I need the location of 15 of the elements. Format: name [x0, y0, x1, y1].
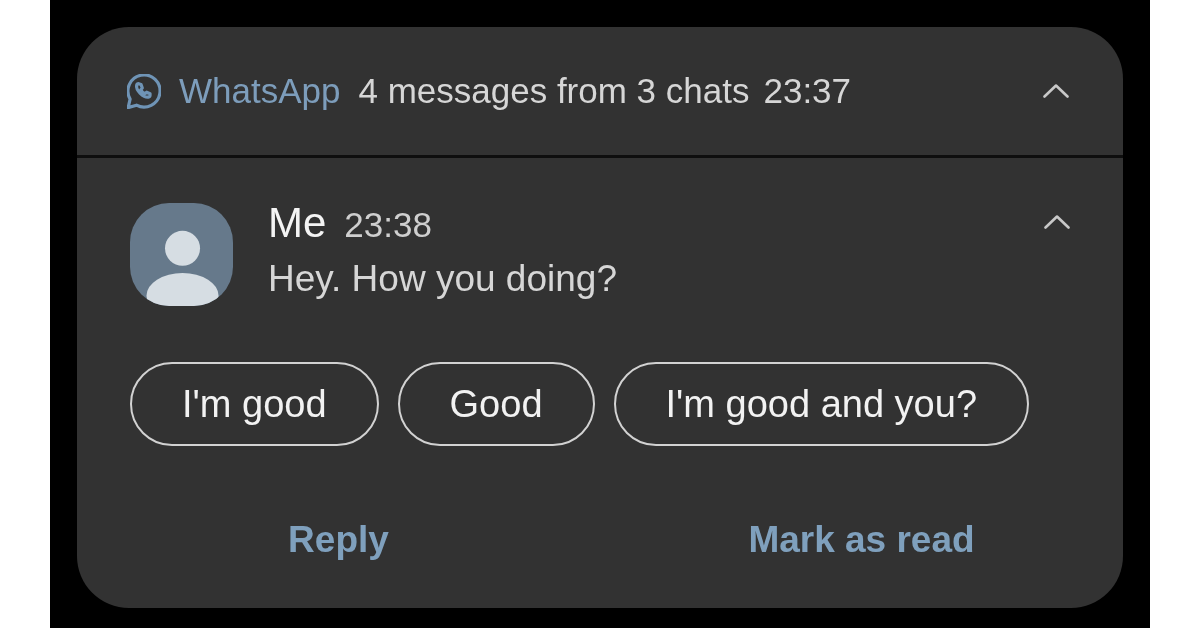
quick-reply-chip[interactable]: I'm good: [130, 362, 379, 446]
sender-name: Me: [268, 203, 327, 243]
quick-reply-chip[interactable]: Good: [397, 362, 595, 446]
chevron-icon[interactable]: [1044, 215, 1070, 229]
message-text: Hey. How you doing?: [268, 259, 618, 299]
chat-bubble-phone-icon: [127, 73, 161, 109]
person-avatar-icon: [130, 203, 233, 306]
chevron-icon[interactable]: [1043, 84, 1069, 98]
notification-summary: 4 messages from 3 chats: [358, 69, 750, 112]
action-link[interactable]: Mark as read: [748, 518, 975, 562]
message-time: 23:38: [344, 205, 432, 245]
action-link[interactable]: Reply: [288, 518, 389, 562]
app-name: WhatsApp: [179, 69, 341, 112]
notification-time: 23:37: [763, 69, 852, 112]
quick-reply-chip[interactable]: I'm good and you?: [613, 362, 1029, 446]
